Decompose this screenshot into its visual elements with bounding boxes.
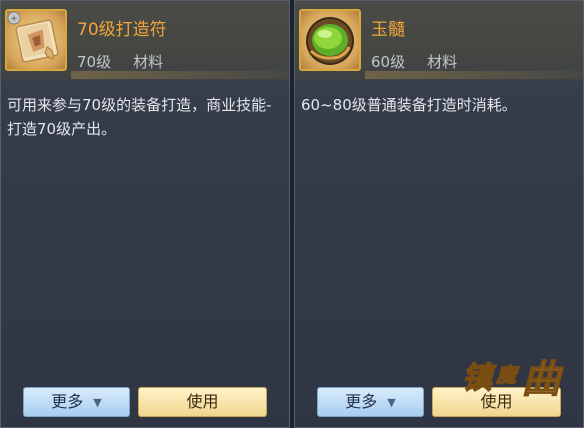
item-meta: 60级 材料 bbox=[371, 51, 457, 72]
item-description: 可用来参与70级的装备打造，商业技能-打造70级产出。 bbox=[7, 96, 272, 138]
item-level: 70级 bbox=[77, 53, 112, 71]
svg-text:魔: 魔 bbox=[495, 363, 520, 387]
chevron-down-icon: ▼ bbox=[387, 396, 396, 409]
item-description: 60~80级普通装备打造时消耗。 bbox=[301, 96, 517, 114]
use-button[interactable]: 使用 bbox=[138, 387, 267, 417]
use-button-label: 使用 bbox=[186, 392, 219, 411]
svg-text:曲: 曲 bbox=[522, 356, 564, 401]
item-name: 70级打造符 bbox=[77, 20, 167, 40]
item-level: 60级 bbox=[371, 53, 406, 71]
item-category: 材料 bbox=[427, 53, 458, 71]
svg-text:镇: 镇 bbox=[462, 361, 497, 396]
chevron-down-icon: ▼ bbox=[93, 396, 102, 409]
item-tooltip-left: + 70级打造符 70级 材料 可用来参与70级的装备打造，商业技能-打造70级产… bbox=[0, 0, 290, 428]
more-button[interactable]: 更多 ▼ bbox=[23, 387, 130, 417]
svg-text:+: + bbox=[10, 14, 18, 24]
scroll-icon: + bbox=[5, 9, 67, 71]
more-button-label: 更多 bbox=[51, 392, 84, 411]
game-logo: 镇 魔 曲 bbox=[458, 352, 578, 404]
more-button[interactable]: 更多 ▼ bbox=[317, 387, 424, 417]
item-category: 材料 bbox=[133, 53, 164, 71]
item-name: 玉髓 bbox=[371, 20, 405, 40]
more-button-label: 更多 bbox=[345, 392, 378, 411]
item-meta: 70级 材料 bbox=[77, 51, 163, 72]
green-gem-icon bbox=[299, 9, 361, 71]
